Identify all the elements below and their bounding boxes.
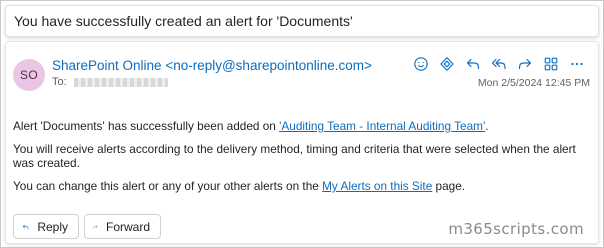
forward-label: Forward bbox=[105, 219, 150, 234]
reply-label: Reply bbox=[37, 219, 68, 234]
recipient-row: To: bbox=[52, 76, 168, 88]
body-paragraph-2: You will receive alerts according to the… bbox=[13, 142, 576, 170]
forward-icon bbox=[93, 224, 98, 229]
avatar[interactable]: SO bbox=[13, 59, 45, 91]
redacted-recipient[interactable] bbox=[73, 77, 168, 87]
email-window: You have successfully created an alert f… bbox=[0, 0, 604, 248]
message-body: Alert 'Documents' has successfully been … bbox=[13, 119, 591, 202]
avatar-initials: SO bbox=[20, 68, 38, 82]
more-icon[interactable] bbox=[564, 55, 590, 73]
subject-bar: You have successfully created an alert f… bbox=[5, 5, 599, 37]
reply-all-icon[interactable] bbox=[486, 55, 512, 73]
body-text: . bbox=[485, 119, 489, 133]
body-paragraph-1: Alert 'Documents' has successfully been … bbox=[13, 119, 591, 133]
reply-icon bbox=[22, 224, 29, 229]
body-text: Alert 'Documents' has successfully been … bbox=[13, 119, 280, 133]
my-alerts-link[interactable]: My Alerts on this Site bbox=[322, 179, 432, 193]
forward-icon[interactable] bbox=[512, 55, 538, 73]
email-subject: You have successfully created an alert f… bbox=[14, 13, 353, 29]
message-card: SO SharePoint Online <no-reply@sharepoin… bbox=[5, 41, 599, 244]
body-paragraph-3: You can change this alert or any of your… bbox=[13, 179, 591, 193]
apps-icon[interactable] bbox=[538, 55, 564, 73]
sender-name[interactable]: SharePoint Online <no-reply@sharepointon… bbox=[52, 58, 372, 73]
reply-icon[interactable] bbox=[460, 55, 486, 73]
to-label: To: bbox=[52, 76, 67, 88]
watermark: m365scripts.com bbox=[448, 220, 584, 238]
forward-button[interactable]: Forward bbox=[84, 214, 161, 239]
copilot-icon[interactable] bbox=[434, 55, 460, 73]
reply-button[interactable]: Reply bbox=[13, 214, 79, 239]
message-date: Mon 2/5/2024 12:45 PM bbox=[477, 77, 590, 89]
site-link[interactable]: 'Auditing Team - Internal Auditing Team' bbox=[279, 119, 485, 133]
emoji-icon[interactable] bbox=[408, 55, 434, 73]
body-text: You can change this alert or any of your… bbox=[13, 179, 323, 193]
body-text: page. bbox=[432, 179, 466, 193]
message-actions bbox=[408, 55, 590, 73]
